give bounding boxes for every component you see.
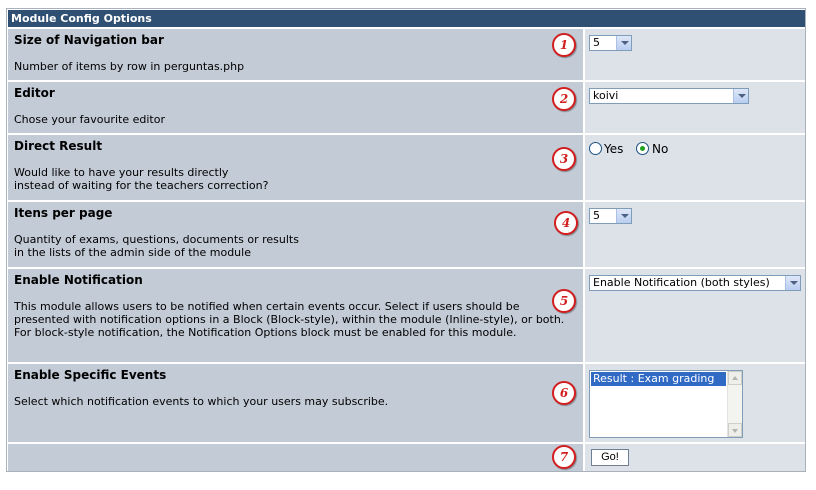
- row-label-cell: Itens per page Quantity of exams, questi…: [8, 202, 583, 267]
- chevron-down-icon: [616, 36, 631, 50]
- select-value: koivi: [593, 89, 619, 102]
- option-description: Would like to have your results directly…: [14, 166, 269, 192]
- option-description: Number of items by row in perguntas.php: [14, 60, 245, 73]
- select-value: 5: [593, 209, 600, 222]
- option-description: This module allows users to be notified …: [14, 300, 565, 339]
- step-badge: 2: [552, 87, 576, 111]
- option-description: Quantity of exams, questions, documents …: [14, 233, 299, 259]
- radio-no[interactable]: [636, 142, 649, 155]
- go-button[interactable]: Go!: [591, 449, 629, 466]
- radio-no-label: No: [652, 142, 669, 156]
- select-value: 5: [593, 36, 600, 49]
- row-label-cell: Size of Navigation bar Number of items b…: [8, 29, 583, 80]
- chevron-down-icon: [616, 209, 631, 223]
- notification-select[interactable]: Enable Notification (both styles): [589, 275, 801, 291]
- step-badge: 5: [552, 289, 576, 313]
- row-control-cell: koivi: [585, 82, 805, 133]
- items-per-page-select[interactable]: 5: [589, 208, 632, 224]
- row-control-cell: 5: [585, 202, 805, 267]
- step-badge: 6: [552, 381, 576, 405]
- row-label-cell: Direct Result Would like to have your re…: [8, 135, 583, 200]
- row-editor: Editor Chose your favourite editor koivi…: [8, 82, 805, 133]
- row-label-cell: Editor Chose your favourite editor: [8, 82, 583, 133]
- option-title: Enable Specific Events: [14, 368, 167, 382]
- row-label-cell: [8, 444, 583, 471]
- row-label-cell: Enable Specific Events Select which noti…: [8, 364, 583, 442]
- scroll-down-icon[interactable]: [728, 423, 742, 437]
- row-control-cell: 5: [585, 29, 805, 80]
- step-badge: 3: [552, 147, 576, 171]
- row-control-cell: Enable Notification (both styles): [585, 269, 805, 362]
- navbar-size-select[interactable]: 5: [589, 35, 632, 51]
- option-description: Chose your favourite editor: [14, 113, 165, 126]
- option-title: Itens per page: [14, 206, 113, 220]
- row-submit: Go! 7: [8, 444, 805, 471]
- option-title: Enable Notification: [14, 273, 143, 287]
- form-header: Module Config Options: [8, 10, 805, 27]
- option-title: Editor: [14, 86, 55, 100]
- events-list-option[interactable]: Result : Exam grading: [591, 372, 726, 386]
- step-badge: 7: [552, 445, 576, 469]
- events-listbox[interactable]: Result : Exam grading: [589, 370, 743, 438]
- option-title: Direct Result: [14, 139, 103, 153]
- row-control-cell: Result : Exam grading: [585, 364, 805, 442]
- row-direct-result: Direct Result Would like to have your re…: [8, 135, 805, 200]
- option-description: Select which notification events to whic…: [14, 395, 389, 408]
- row-specific-events: Enable Specific Events Select which noti…: [8, 364, 805, 442]
- chevron-down-icon: [733, 89, 748, 103]
- row-label-cell: Enable Notification This module allows u…: [8, 269, 583, 362]
- row-enable-notification: Enable Notification This module allows u…: [8, 269, 805, 362]
- module-config-form: Module Config Options Size of Navigation…: [6, 8, 806, 472]
- row-navbar-size: Size of Navigation bar Number of items b…: [8, 29, 805, 80]
- radio-yes[interactable]: [589, 142, 602, 155]
- chevron-down-icon: [785, 276, 800, 290]
- scroll-up-icon[interactable]: [728, 371, 742, 385]
- step-badge: 4: [554, 211, 578, 235]
- step-badge: 1: [552, 33, 576, 57]
- listbox-scrollbar[interactable]: [727, 371, 742, 437]
- editor-select[interactable]: koivi: [589, 88, 749, 104]
- row-control-cell: Go!: [585, 444, 805, 471]
- row-control-cell: Yes No: [585, 135, 805, 200]
- select-value: Enable Notification (both styles): [593, 276, 770, 289]
- option-title: Size of Navigation bar: [14, 33, 164, 47]
- row-items-per-page: Itens per page Quantity of exams, questi…: [8, 202, 805, 267]
- radio-yes-label: Yes: [604, 142, 624, 156]
